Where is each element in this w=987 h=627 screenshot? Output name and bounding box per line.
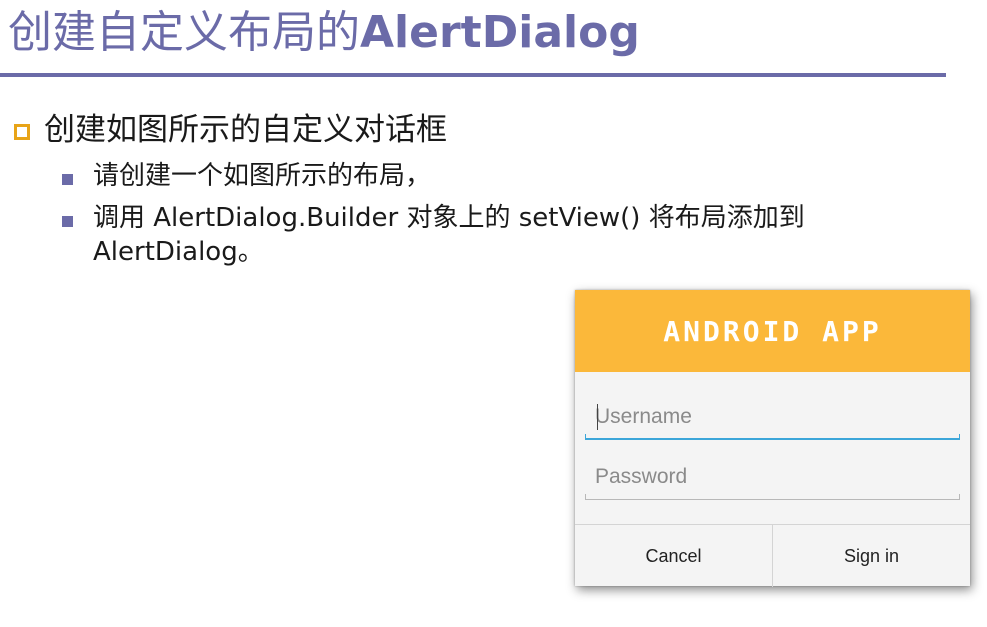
sign-in-button[interactable]: Sign in [773,525,970,587]
bullet-level2-text: 请创建一个如图所示的布局， [93,161,432,191]
bullet-level2-item: 请创建一个如图所示的布局， [62,158,431,194]
dialog-header: ANDROID APP [575,290,970,372]
bullet-level1: 创建如图所示的自定义对话框 [14,110,447,150]
bullet-level1-text: 创建如图所示的自定义对话框 [44,112,447,148]
dialog-app-title: ANDROID APP [663,314,882,348]
slide-title-en: AlertDialog [360,7,640,58]
bullet-level2-text: 调用 AlertDialog.Builder 对象上的 setView() 将布… [93,203,805,233]
underline-tick [959,494,960,500]
password-underline [585,499,960,500]
login-dialog: ANDROID APP Cancel Sign in [575,290,970,587]
password-input[interactable] [585,454,960,500]
username-field[interactable] [585,394,960,440]
underline-tick [585,494,586,500]
cancel-button[interactable]: Cancel [575,525,772,587]
slide-title: 创建自定义布局的AlertDialog [8,4,640,62]
bullet-level2-item: 调用 AlertDialog.Builder 对象上的 setView() 将布… [62,200,805,270]
title-divider [0,73,946,77]
square-bullet-icon [62,174,73,185]
underline-tick [959,434,960,440]
slide-title-cn: 创建自定义布局的 [8,7,360,58]
username-input[interactable] [585,394,960,440]
underline-tick [585,434,586,440]
text-cursor [597,404,598,430]
hollow-square-bullet-icon [14,124,30,140]
dialog-button-bar: Cancel Sign in [575,524,970,587]
square-bullet-icon [62,216,73,227]
username-underline [585,438,960,440]
bullet-level2-text-continued: AlertDialog。 [93,237,264,267]
password-field[interactable] [585,454,960,500]
